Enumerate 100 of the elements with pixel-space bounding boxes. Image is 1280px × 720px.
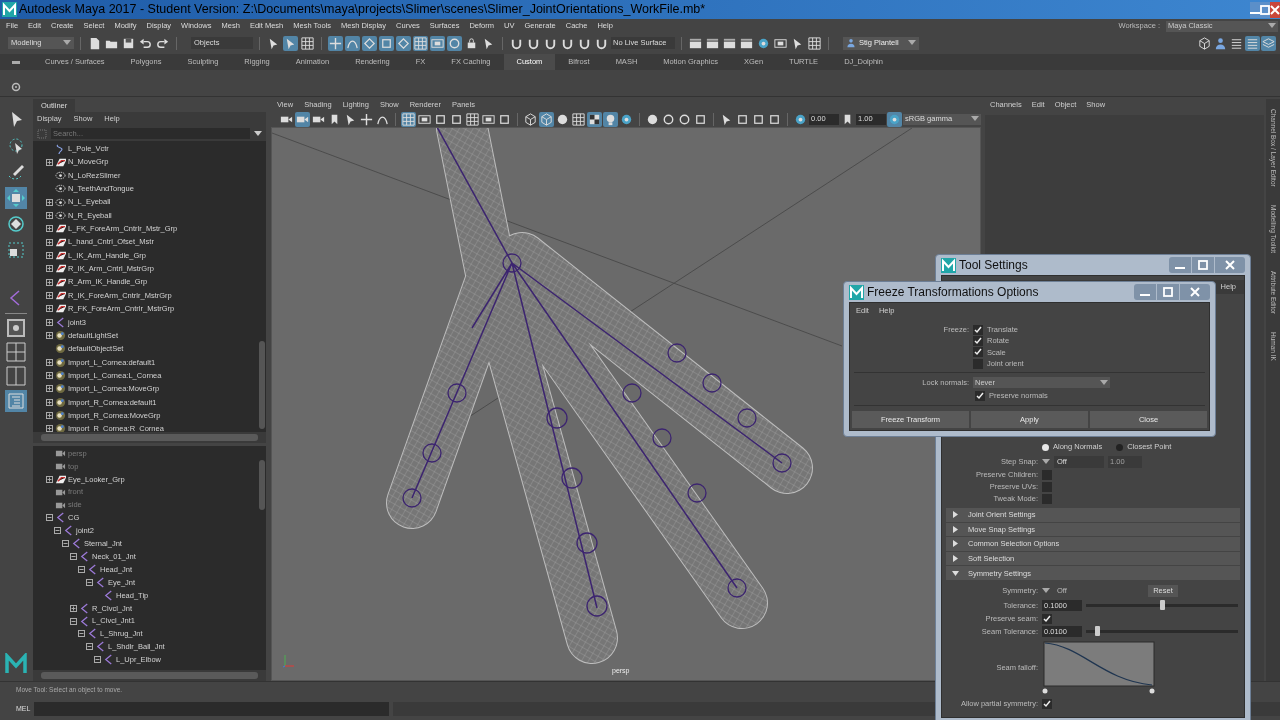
expand-toggle-icon[interactable] [46, 412, 53, 420]
dialog-title: Tool Settings [959, 257, 1028, 274]
check-icon [1043, 699, 1051, 708]
expand-toggle-icon[interactable] [86, 643, 93, 651]
expand-toggle-icon[interactable] [46, 291, 53, 299]
command-input-field[interactable] [34, 702, 390, 716]
checkbox[interactable] [1042, 494, 1052, 504]
person-icon[interactable] [1213, 35, 1228, 51]
radio-button[interactable] [1042, 443, 1049, 451]
diamond-icon[interactable] [362, 35, 377, 51]
curve-node-icon [55, 143, 66, 155]
mesh-node-icon [55, 169, 66, 181]
expand-toggle-icon[interactable] [46, 318, 53, 326]
checkbox[interactable] [1042, 470, 1052, 480]
expand-toggle-icon[interactable] [46, 358, 53, 366]
checkbox[interactable] [973, 347, 983, 358]
expand-toggle-icon[interactable] [46, 372, 53, 379]
expand-toggle-icon[interactable] [46, 514, 53, 522]
two-pane-icon[interactable] [5, 366, 26, 386]
crosshair-icon[interactable] [328, 35, 343, 51]
bulb-icon[interactable] [603, 111, 618, 127]
curve-icon[interactable] [345, 35, 360, 51]
joint-node-icon [71, 538, 82, 550]
grid-icon[interactable] [413, 35, 428, 51]
list-icon[interactable] [1245, 35, 1260, 51]
expand-toggle-icon[interactable] [46, 475, 53, 483]
square-icon[interactable] [379, 35, 394, 51]
expand-toggle-icon[interactable] [46, 238, 53, 246]
film-icon[interactable] [430, 35, 445, 51]
expand-toggle-icon[interactable] [46, 332, 53, 339]
axis-icon [282, 652, 296, 668]
diamond-icon[interactable] [396, 35, 411, 51]
checkbox[interactable] [973, 324, 983, 335]
close-button[interactable] [1180, 284, 1210, 300]
move-icon[interactable] [4, 187, 27, 209]
cursor-icon[interactable] [283, 35, 298, 51]
expand-toggle-icon[interactable] [70, 617, 77, 625]
checkbox[interactable] [973, 358, 983, 369]
expand-toggle-icon[interactable] [46, 265, 53, 273]
radio-button[interactable] [1116, 443, 1124, 451]
joint-node-icon [79, 551, 90, 563]
expand-toggle-icon[interactable] [70, 604, 77, 612]
horizontal-scrollbar[interactable] [33, 432, 266, 443]
maximize-button[interactable] [1192, 257, 1214, 273]
slider-thumb[interactable] [1094, 626, 1100, 637]
expand-toggle-icon[interactable] [46, 225, 53, 233]
cube-icon[interactable] [539, 111, 554, 127]
camera-icon[interactable] [295, 111, 310, 127]
set-node-icon [55, 396, 66, 408]
minimize-icon [1175, 267, 1185, 269]
expand-toggle-icon[interactable] [54, 527, 61, 535]
grid-icon[interactable] [807, 35, 822, 51]
checker-icon[interactable] [587, 111, 602, 127]
gear-icon[interactable] [11, 82, 21, 92]
expand-toggle-icon[interactable] [46, 305, 53, 313]
close-icon [1225, 260, 1235, 270]
checkbox[interactable] [1042, 698, 1052, 709]
expand-toggle-icon[interactable] [78, 630, 85, 638]
checkbox[interactable] [973, 335, 983, 346]
slider-thumb[interactable] [1160, 600, 1165, 611]
layers-icon[interactable] [1261, 35, 1276, 51]
set-node-icon [55, 383, 66, 395]
single-pane-icon[interactable] [5, 318, 26, 338]
expand-toggle-icon[interactable] [46, 278, 53, 286]
minimize-button[interactable] [1169, 257, 1191, 273]
grid-icon[interactable] [300, 35, 315, 51]
expand-toggle-icon[interactable] [46, 398, 53, 406]
expand-toggle-icon[interactable] [70, 553, 77, 561]
expand-toggle-icon[interactable] [46, 385, 53, 393]
grid-icon[interactable] [465, 111, 480, 127]
checkbox[interactable] [1042, 613, 1052, 624]
checkbox[interactable] [1042, 482, 1052, 492]
grid-icon[interactable] [571, 111, 586, 127]
expand-toggle-icon[interactable] [46, 158, 53, 166]
cube-icon[interactable] [1197, 35, 1212, 51]
maximize-button[interactable] [1260, 1, 1270, 18]
expand-toggle-icon[interactable] [46, 251, 53, 259]
expand-toggle-icon[interactable] [46, 211, 53, 219]
close-button[interactable] [1270, 1, 1280, 18]
crosshair-icon[interactable] [359, 111, 374, 127]
minimize-button[interactable] [1250, 1, 1260, 18]
cube-icon[interactable] [523, 111, 538, 127]
horizontal-scrollbar[interactable] [33, 670, 266, 681]
expand-toggle-icon[interactable] [94, 656, 101, 664]
close-button[interactable] [1215, 257, 1245, 273]
four-pane-icon[interactable] [5, 342, 26, 362]
checkbox[interactable] [975, 390, 985, 401]
expand-toggle-icon[interactable] [62, 540, 69, 548]
minimize-button[interactable] [1134, 284, 1156, 300]
maximize-button[interactable] [1157, 284, 1179, 300]
close-icon [1190, 287, 1200, 297]
expand-toggle-icon[interactable] [46, 198, 53, 206]
expand-toggle-icon[interactable] [46, 425, 53, 432]
app-logo-icon [849, 284, 864, 300]
expand-toggle-icon[interactable] [86, 578, 93, 586]
ring-icon[interactable] [447, 35, 462, 51]
outliner-layout-icon[interactable] [4, 390, 27, 412]
expand-toggle-icon[interactable] [78, 565, 85, 573]
disc-icon[interactable] [887, 111, 902, 127]
grid-icon[interactable] [401, 111, 416, 127]
